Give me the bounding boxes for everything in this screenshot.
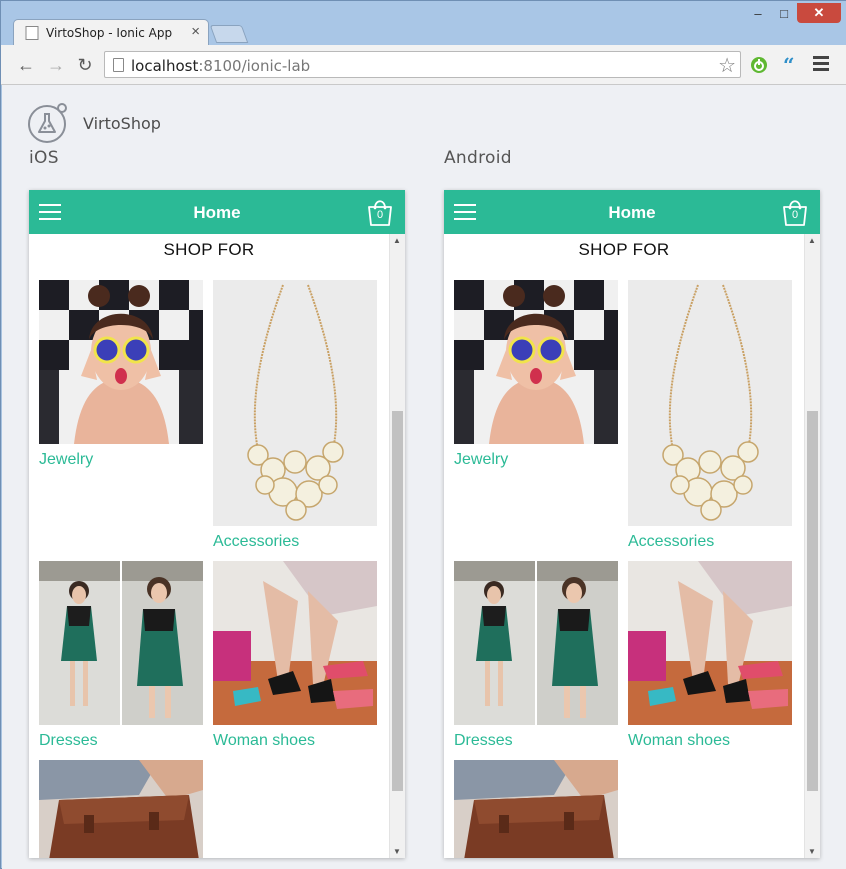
ios-device-preview: Home 0 SHOP FOR Jewelry Accessories Dres… [29,190,405,858]
category-label-jewelry[interactable]: Jewelry [454,451,508,469]
app-content: SHOP FOR Jewelry Accessories Dresses Wom… [29,234,389,858]
svg-text:“: “ [783,56,795,74]
category-label-woman-shoes[interactable]: Woman shoes [213,732,315,750]
url-text[interactable]: localhost:8100/ionic-lab [131,57,310,75]
category-label-accessories[interactable]: Accessories [213,533,299,551]
window-controls: – □ ✕ [745,3,841,25]
url-host: localhost [131,57,199,75]
ionic-lab-page: VirtoShop iOS Android Home 0 SHOP FOR Je… [2,85,846,869]
section-title: SHOP FOR [163,240,255,259]
category-label-dresses[interactable]: Dresses [454,732,513,750]
accessories-image [213,280,377,526]
category-tile-dresses[interactable]: Dresses [454,561,618,757]
category-label-jewelry[interactable]: Jewelry [39,451,93,469]
header-title: Home [608,203,656,222]
extension-power-icon[interactable] [749,55,769,75]
android-scrollbar[interactable]: ▲ ▼ [804,234,820,858]
app-header: Home 0 [444,190,820,234]
cart-count: 0 [376,209,384,221]
category-tile-jewelry[interactable]: Jewelry [454,280,618,480]
browser-window: VirtoShop - Ionic App × – □ ✕ ← → ↻ loca… [0,0,846,869]
jewelry-image [454,280,618,444]
bags-image [454,760,618,858]
page-icon [113,58,124,72]
platform-label-android: Android [444,148,512,168]
address-bar[interactable]: localhost:8100/ionic-lab ☆ [104,51,741,78]
new-tab-button[interactable] [209,25,249,43]
accessories-image [628,280,792,526]
browser-tab[interactable]: VirtoShop - Ionic App × [13,19,209,46]
maximize-icon[interactable]: □ [771,3,797,23]
bags-image [39,760,203,858]
dresses-image [39,561,203,725]
woman-shoes-image [213,561,377,725]
tab-close-icon[interactable]: × [191,23,200,40]
scroll-thumb[interactable] [392,411,403,791]
reload-icon[interactable]: ↻ [74,54,96,76]
category-tile-woman-shoes[interactable]: Woman shoes [213,561,377,757]
category-tile-bags[interactable] [39,760,203,858]
category-label-accessories[interactable]: Accessories [628,533,714,551]
category-label-woman-shoes[interactable]: Woman shoes [628,732,730,750]
close-window-icon[interactable]: ✕ [797,3,841,23]
android-device-preview: Home 0 SHOP FOR Jewelry Accessories Dres… [444,190,820,858]
back-icon[interactable]: ← [15,54,37,76]
minimize-icon[interactable]: – [745,3,771,23]
scroll-down-arrow-icon[interactable]: ▼ [393,847,401,856]
url-path: :8100/ionic-lab [198,57,311,75]
bookmark-star-icon[interactable]: ☆ [718,53,736,78]
jewelry-image [39,280,203,444]
ios-scrollbar[interactable]: ▲ ▼ [389,234,405,858]
extension-quote-icon[interactable]: “ [781,55,801,75]
dresses-image [454,561,618,725]
app-header: Home 0 [29,190,405,234]
scroll-up-arrow-icon[interactable]: ▲ [808,236,816,245]
page-favicon-icon [25,26,39,40]
tab-title: VirtoShop - Ionic App [46,26,173,40]
category-tile-accessories[interactable]: Accessories [628,280,792,556]
scroll-up-arrow-icon[interactable]: ▲ [393,236,401,245]
woman-shoes-image [628,561,792,725]
header-title: Home [193,203,241,222]
scroll-down-arrow-icon[interactable]: ▼ [808,847,816,856]
browser-menu-icon[interactable] [813,56,829,72]
cart-button[interactable]: 0 [780,197,810,227]
category-label-dresses[interactable]: Dresses [39,732,98,750]
cart-button[interactable]: 0 [365,197,395,227]
browser-toolbar: ← → ↻ localhost:8100/ionic-lab ☆ “ [1,45,846,85]
app-content: SHOP FOR Jewelry Accessories Dresses Wom… [444,234,804,858]
cart-count: 0 [791,209,799,221]
forward-icon[interactable]: → [45,54,67,76]
category-tile-bags[interactable] [454,760,618,858]
section-title: SHOP FOR [578,240,670,259]
category-tile-dresses[interactable]: Dresses [39,561,203,757]
scroll-thumb[interactable] [807,411,818,791]
category-tile-jewelry[interactable]: Jewelry [39,280,203,480]
platform-label-ios: iOS [29,148,59,168]
lab-title: VirtoShop [83,114,161,133]
category-tile-woman-shoes[interactable]: Woman shoes [628,561,792,757]
title-bar: VirtoShop - Ionic App × – □ ✕ [1,1,846,46]
ionic-lab-logo-icon [28,103,67,143]
category-tile-accessories[interactable]: Accessories [213,280,377,556]
